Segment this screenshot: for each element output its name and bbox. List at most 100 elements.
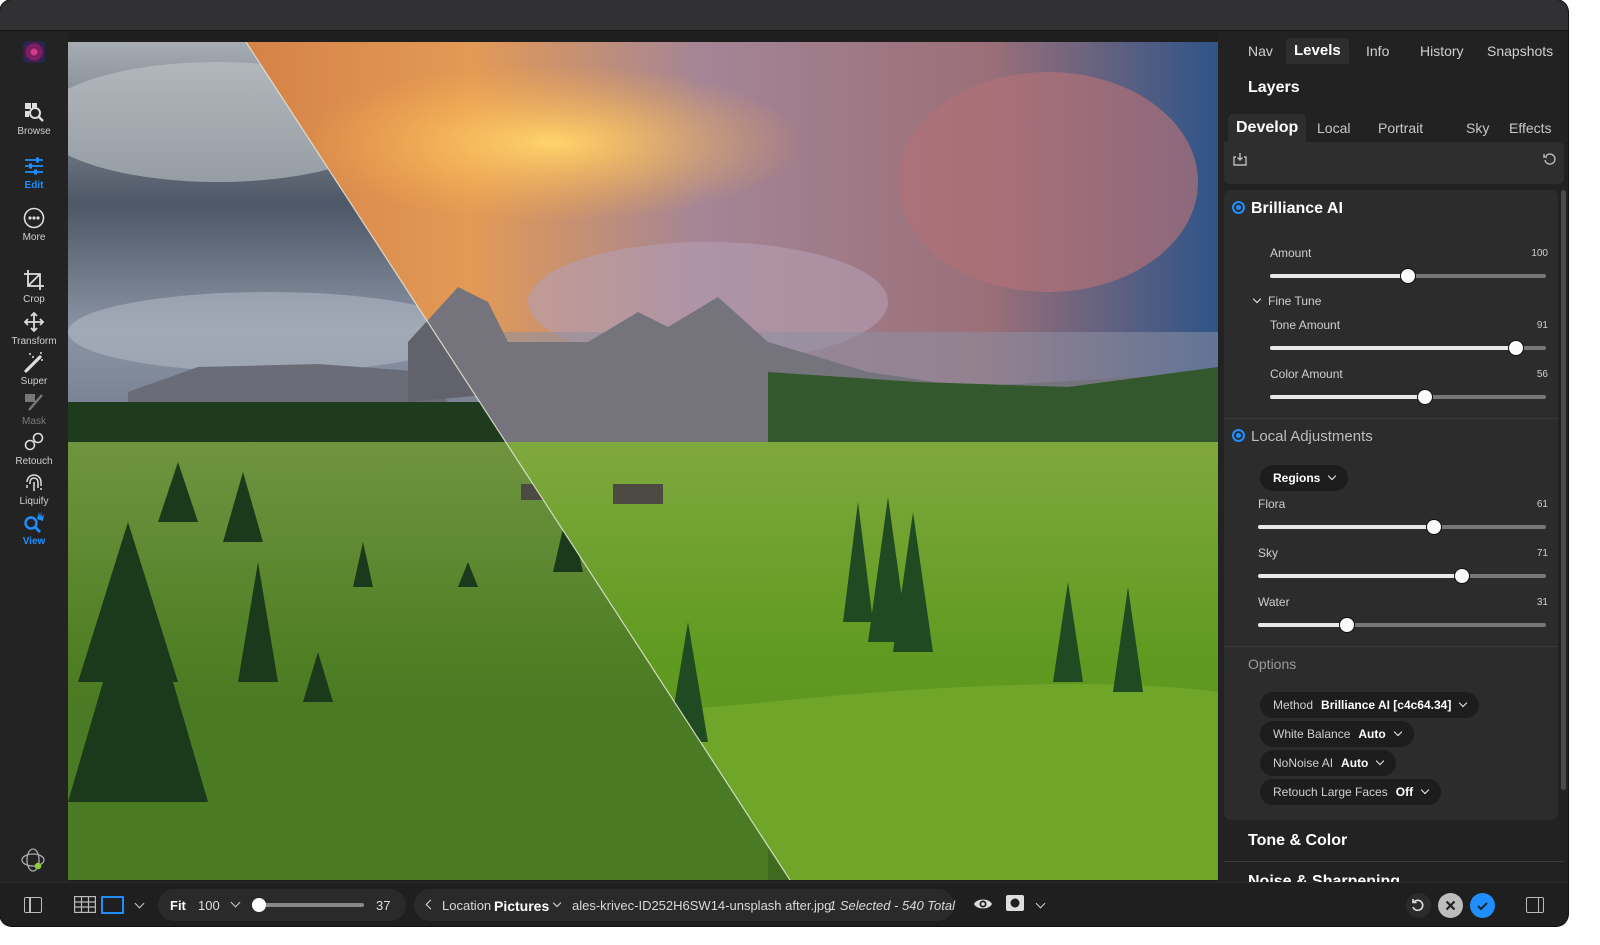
nonoise-ai-dropdown[interactable]: NoNoise AI Auto xyxy=(1260,750,1397,776)
panel-scrollbar[interactable] xyxy=(1561,190,1566,790)
color-amount-slider[interactable] xyxy=(1270,390,1546,404)
tool-label: Liquify xyxy=(19,496,49,507)
tab-nav[interactable]: Nav xyxy=(1240,38,1281,64)
regions-dropdown[interactable]: Regions xyxy=(1260,465,1349,491)
tool-label: View xyxy=(22,536,46,547)
option-label: NoNoise AI xyxy=(1273,756,1334,770)
slider-value: 71 xyxy=(1536,548,1548,559)
checkmark-icon xyxy=(1477,902,1488,911)
flora-slider[interactable] xyxy=(1258,520,1546,534)
section-title: Local Adjustments xyxy=(1251,428,1373,445)
sky-slider[interactable] xyxy=(1258,569,1546,583)
tab-info[interactable]: Info xyxy=(1358,38,1397,64)
tab-local[interactable]: Local xyxy=(1309,114,1358,142)
option-value: Brilliance AI [c4c64.34] xyxy=(1321,698,1452,712)
toggle-left-panel-icon[interactable] xyxy=(24,897,42,913)
slider-label: Amount xyxy=(1270,246,1312,260)
brilliance-ai-header[interactable]: Brilliance AI xyxy=(1232,200,1343,218)
tool-more[interactable]: More xyxy=(0,206,68,243)
tab-levels[interactable]: Levels xyxy=(1286,38,1349,64)
move-icon xyxy=(23,311,45,333)
option-value: Auto xyxy=(1358,727,1386,741)
tab-effects[interactable]: Effects xyxy=(1501,114,1560,142)
noise-sharpening-section-header[interactable]: Noise & Sharpening xyxy=(1248,874,1400,882)
tab-portrait[interactable]: Portrait xyxy=(1370,114,1431,142)
tool-super[interactable]: Super xyxy=(0,350,68,387)
thumbnail-size-slider[interactable] xyxy=(252,898,364,912)
apply-button[interactable] xyxy=(1470,893,1495,918)
slider-thumb[interactable] xyxy=(1340,618,1355,632)
tab-sky[interactable]: Sky xyxy=(1458,114,1497,142)
fine-tune-toggle[interactable]: Fine Tune xyxy=(1252,294,1322,308)
slider-thumb[interactable] xyxy=(1417,390,1432,404)
slider-thumb[interactable] xyxy=(1401,269,1415,283)
app-logo-icon[interactable] xyxy=(23,41,45,63)
undo-button[interactable] xyxy=(1406,893,1431,918)
slider-thumb[interactable] xyxy=(1508,341,1523,355)
tool-edit[interactable]: Edit xyxy=(0,154,68,191)
retouch-large-faces-dropdown[interactable]: Retouch Large Faces Off xyxy=(1260,779,1442,805)
slider-thumb[interactable] xyxy=(1426,520,1441,534)
tool-crop[interactable]: Crop xyxy=(0,268,68,305)
section-divider xyxy=(1224,418,1558,419)
tone-amount-slider[interactable] xyxy=(1270,341,1546,355)
tab-snapshots[interactable]: Snapshots xyxy=(1479,38,1561,64)
compare-options-chevron-icon[interactable] xyxy=(1035,898,1046,909)
single-view-icon[interactable] xyxy=(101,896,124,914)
slider-thumb[interactable] xyxy=(1455,569,1470,583)
tab-history[interactable]: History xyxy=(1412,38,1472,64)
water-slider[interactable] xyxy=(1258,618,1546,632)
file-name: ales-krivec-ID252H6SW14-unsplash after.j… xyxy=(572,898,832,913)
location-label: Location xyxy=(442,898,492,913)
selection-count: 1 Selected - 540 Total xyxy=(829,898,955,913)
zoom-chevron-icon[interactable] xyxy=(230,897,241,908)
slider-label: Sky xyxy=(1258,546,1279,560)
location-chevron-icon[interactable] xyxy=(552,898,562,908)
zoom-100-button[interactable]: 100 xyxy=(198,898,220,913)
toggle-radio-icon[interactable] xyxy=(1232,201,1245,214)
chevron-down-icon xyxy=(1393,727,1402,737)
tool-retouch[interactable]: Retouch xyxy=(0,430,68,467)
back-chevron-icon[interactable] xyxy=(425,899,436,910)
tool-label: Edit xyxy=(24,180,44,191)
tab-develop[interactable]: Develop xyxy=(1228,114,1307,142)
tool-browse[interactable]: Browse xyxy=(0,100,68,137)
method-dropdown[interactable]: Method Brilliance AI [c4c64.34] xyxy=(1260,692,1480,718)
eye-compare-icon[interactable] xyxy=(973,896,993,912)
slider-thumb[interactable] xyxy=(252,898,266,912)
toggle-radio-icon[interactable] xyxy=(1232,429,1245,442)
tool-label: More xyxy=(22,232,46,243)
amount-slider[interactable] xyxy=(1270,269,1546,283)
location-folder[interactable]: Pictures xyxy=(494,898,549,914)
tool-transform[interactable]: Transform xyxy=(0,310,68,347)
undo-icon xyxy=(1412,899,1424,912)
option-value: Off xyxy=(1395,785,1414,799)
mask-brush-icon xyxy=(25,394,43,411)
bottom-toolbar: Fit 100 37 Location Pictures ales-krivec… xyxy=(0,882,1568,926)
reset-icon[interactable] xyxy=(1542,151,1558,167)
slider-value: 100 xyxy=(1531,248,1548,259)
photo-canvas[interactable] xyxy=(68,42,1218,880)
layers-heading[interactable]: Layers xyxy=(1248,79,1300,97)
tool-mask[interactable]: Mask xyxy=(0,390,68,427)
extensions-orbit-icon[interactable] xyxy=(20,847,46,873)
fine-tune-label: Fine Tune xyxy=(1268,294,1322,308)
view-mode-chevron-icon[interactable] xyxy=(134,898,145,909)
chevron-down-icon xyxy=(1328,471,1337,481)
white-balance-dropdown[interactable]: White Balance Auto xyxy=(1260,721,1414,747)
toggle-right-panel-icon[interactable] xyxy=(1526,897,1544,913)
tool-view[interactable]: View xyxy=(0,510,68,547)
mask-overlay-icon[interactable] xyxy=(1006,895,1024,911)
local-adjustments-header[interactable]: Local Adjustments xyxy=(1232,428,1373,445)
panel-sub-tabs: Develop Local Portrait Sky Effects xyxy=(1218,114,1568,142)
import-preset-icon[interactable] xyxy=(1232,151,1248,167)
retouch-icon xyxy=(24,432,44,451)
slider-label: Flora xyxy=(1258,497,1286,511)
tool-liquify[interactable]: Liquify xyxy=(0,470,68,507)
options-heading[interactable]: Options xyxy=(1248,656,1296,672)
grid-view-icon[interactable] xyxy=(74,896,96,913)
cancel-button[interactable] xyxy=(1438,893,1463,918)
tone-color-section-header[interactable]: Tone & Color xyxy=(1248,832,1347,850)
zoom-fit-button[interactable]: Fit xyxy=(170,898,186,913)
slider-value: 61 xyxy=(1536,499,1548,510)
